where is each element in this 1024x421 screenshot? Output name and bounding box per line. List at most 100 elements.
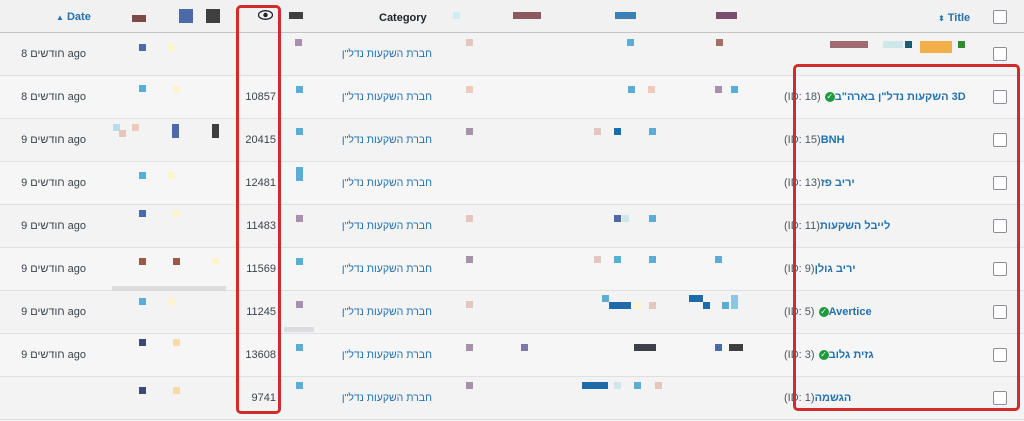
- row-category-link[interactable]: חברת השקעות נדל"ן: [312, 377, 432, 419]
- obscured-cell-icon: [296, 215, 303, 222]
- scrollbar-track[interactable]: [284, 327, 314, 332]
- obscured-cell-icon: [622, 215, 629, 222]
- obscured-cell-icon: [295, 39, 302, 46]
- obscured-cell-icon: [958, 41, 965, 48]
- obscured-cell-icon: [466, 382, 473, 389]
- obscured-cell-icon: [920, 41, 952, 53]
- row-category-link[interactable]: חברת השקעות נדל"ן: [312, 76, 432, 118]
- obscured-cell-icon: [609, 302, 631, 309]
- obscured-cell-icon: [139, 258, 146, 265]
- obscured-cell-icon: [634, 302, 641, 309]
- obscured-cell-icon: [634, 344, 656, 351]
- obscured-cell-icon: [648, 86, 655, 93]
- obscured-cell-icon: [594, 256, 601, 263]
- obscured-header-icon: [453, 12, 460, 19]
- obscured-cell-icon: [703, 302, 710, 309]
- caret-up-icon: ▲: [56, 13, 64, 22]
- obscured-cell-icon: [614, 382, 621, 389]
- row-date: 9 חודשים ago: [21, 349, 86, 361]
- obscured-cell-icon: [649, 302, 656, 309]
- views-column-highlight: [236, 5, 281, 414]
- obscured-header-icon: [289, 12, 303, 19]
- row-category-link[interactable]: חברת השקעות נדל"ן: [312, 248, 432, 290]
- column-title-header[interactable]: ⬍ Title: [938, 12, 970, 24]
- obscured-cell-icon: [119, 130, 126, 137]
- obscured-cell-icon: [466, 86, 473, 93]
- obscured-cell-icon: [715, 86, 722, 93]
- select-all-checkbox[interactable]: [993, 10, 1007, 24]
- obscured-cell-icon: [731, 295, 738, 309]
- row-category-link[interactable]: חברת השקעות נדל"ן: [312, 162, 432, 204]
- obscured-cell-icon: [715, 344, 722, 351]
- obscured-cell-icon: [521, 344, 528, 351]
- obscured-cell-icon: [729, 344, 743, 351]
- obscured-cell-icon: [716, 39, 723, 46]
- obscured-cell-icon: [614, 256, 621, 263]
- row-category-link[interactable]: חברת השקעות נדל"ן: [312, 119, 432, 161]
- obscured-cell-icon: [627, 39, 634, 46]
- obscured-header-icon: [132, 15, 146, 22]
- obscured-cell-icon: [168, 44, 175, 51]
- obscured-cell-icon: [649, 128, 656, 135]
- obscured-cell-icon: [296, 258, 303, 265]
- obscured-cell-icon: [649, 215, 656, 222]
- obscured-cell-icon: [582, 382, 608, 389]
- sort-arrows-icon: ⬍: [938, 14, 945, 23]
- obscured-cell-icon: [830, 41, 868, 48]
- obscured-cell-icon: [634, 382, 641, 389]
- row-category-link[interactable]: חברת השקעות נדל"ן: [312, 334, 432, 376]
- posts-table: ▲ Date Category ⬍ Title 8 חודשים ago חבר…: [0, 0, 1024, 421]
- obscured-cell-icon: [139, 172, 146, 179]
- obscured-cell-icon: [594, 128, 601, 135]
- obscured-cell-icon: [173, 339, 180, 346]
- obscured-cell-icon: [296, 382, 303, 389]
- row-date: 9 חודשים ago: [21, 134, 86, 146]
- obscured-cell-icon: [212, 258, 219, 265]
- obscured-cell-icon: [614, 128, 621, 135]
- row-date: 9 חודשים ago: [21, 306, 86, 318]
- obscured-cell-icon: [628, 86, 635, 93]
- row-date: 9 חודשים ago: [21, 177, 86, 189]
- obscured-cell-icon: [172, 124, 179, 138]
- obscured-cell-icon: [722, 302, 729, 309]
- obscured-cell-icon: [139, 298, 146, 305]
- obscured-cell-icon: [173, 258, 180, 265]
- obscured-cell-icon: [655, 382, 662, 389]
- row-date: 8 חודשים ago: [21, 91, 86, 103]
- row-category-link[interactable]: חברת השקעות נדל"ן: [312, 205, 432, 247]
- obscured-cell-icon: [296, 344, 303, 351]
- obscured-header-icon: [513, 12, 541, 19]
- row-date: 9 חודשים ago: [21, 263, 86, 275]
- obscured-cell-icon: [139, 387, 146, 394]
- obscured-cell-icon: [139, 210, 146, 217]
- row-date: 9 חודשים ago: [21, 220, 86, 232]
- table-header: ▲ Date Category ⬍ Title: [0, 0, 1024, 33]
- obscured-cell-icon: [168, 172, 175, 179]
- column-category-header[interactable]: Category: [379, 12, 427, 24]
- obscured-cell-icon: [173, 86, 180, 93]
- obscured-cell-icon: [731, 86, 738, 93]
- obscured-header-icon: [206, 9, 220, 23]
- obscured-cell-icon: [139, 85, 146, 92]
- obscured-cell-icon: [296, 167, 303, 181]
- row-category-link[interactable]: חברת השקעות נדל"ן: [312, 33, 432, 75]
- obscured-cell-icon: [715, 256, 722, 263]
- obscured-cell-icon: [173, 387, 180, 394]
- titles-highlight: [793, 64, 1020, 411]
- obscured-header-icon: [179, 9, 193, 23]
- obscured-cell-icon: [296, 301, 303, 308]
- obscured-cell-icon: [649, 256, 656, 263]
- obscured-cell-icon: [466, 128, 473, 135]
- obscured-cell-icon: [466, 215, 473, 222]
- column-date-header[interactable]: ▲ Date: [56, 11, 91, 23]
- obscured-cell-icon: [168, 298, 175, 305]
- obscured-cell-icon: [139, 44, 146, 51]
- obscured-cell-icon: [466, 301, 473, 308]
- obscured-cell-icon: [883, 41, 903, 48]
- obscured-cell-icon: [212, 124, 219, 138]
- obscured-cell-icon: [296, 128, 303, 135]
- row-date: [0, 377, 112, 419]
- obscured-cell-icon: [296, 86, 303, 93]
- scrollbar-track[interactable]: [112, 286, 226, 291]
- row-category-link[interactable]: חברת השקעות נדל"ן: [312, 291, 432, 333]
